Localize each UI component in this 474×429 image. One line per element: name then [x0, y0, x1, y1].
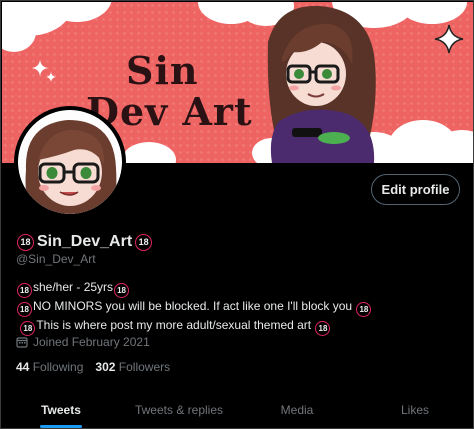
tab-likes[interactable]: Likes [356, 391, 473, 428]
avatar-illustration [18, 110, 122, 214]
age-18-badge-icon: 18 [315, 321, 331, 336]
tab-tweets[interactable]: Tweets [2, 391, 120, 428]
calendar-icon [16, 337, 28, 348]
age-18-badge-icon: 18 [17, 233, 34, 251]
followers-label: Followers [118, 360, 171, 374]
profile-page: Sin Dev Art Edit profile 18 Sin_Dev_Art … [0, 0, 474, 429]
bio-text: This is where post my more adult/sexual … [36, 318, 312, 332]
bio-line: 18 NO MINORS you will be blocked. If act … [16, 298, 372, 317]
avatar[interactable] [14, 106, 126, 218]
age-18-badge-icon: 18 [17, 283, 32, 298]
display-name-text: Sin_Dev_Art [37, 233, 133, 250]
bio-text: she/her - 25yrs [33, 280, 114, 294]
avatar-image [18, 110, 122, 214]
age-18-badge-icon: 18 [17, 302, 32, 317]
following-label: Following [32, 360, 84, 374]
sparkle-icon [434, 24, 464, 54]
following-link[interactable]: 44 Following [16, 360, 83, 374]
joined-date: Joined February 2021 [16, 335, 150, 349]
joined-text: Joined February 2021 [33, 335, 150, 349]
profile-bio: 18 she/her - 25yrs 18 18 NO MINORS you will… [16, 279, 372, 336]
bio-line: 18 This is where post my more adult/sexua… [16, 317, 372, 336]
age-18-badge-icon: 18 [356, 302, 372, 317]
age-18-badge-icon: 18 [20, 321, 36, 336]
age-18-badge-icon: 18 [114, 283, 130, 298]
banner-character-illustration [267, 5, 376, 163]
profile-tabs: Tweets Tweets & replies Media Likes [2, 391, 473, 428]
display-name: 18 Sin_Dev_Art 18 [16, 233, 153, 251]
followers-link[interactable]: 302 Followers [95, 360, 170, 374]
user-handle: @Sin_Dev_Art [16, 252, 96, 266]
tab-media[interactable]: Media [238, 391, 356, 428]
edit-profile-button[interactable]: Edit profile [371, 174, 460, 205]
followers-count: 302 [95, 360, 116, 374]
banner-title-line1: Sin [126, 48, 199, 93]
tab-tweets-and-replies[interactable]: Tweets & replies [120, 391, 238, 428]
bio-text: NO MINORS you will be blocked. If act li… [33, 299, 353, 313]
follow-stats: 44 Following 302 Followers [16, 360, 170, 374]
sparkle-icon [46, 72, 56, 82]
following-count: 44 [16, 360, 30, 374]
age-18-badge-icon: 18 [135, 233, 153, 251]
bio-line: 18 she/her - 25yrs 18 [16, 279, 372, 298]
